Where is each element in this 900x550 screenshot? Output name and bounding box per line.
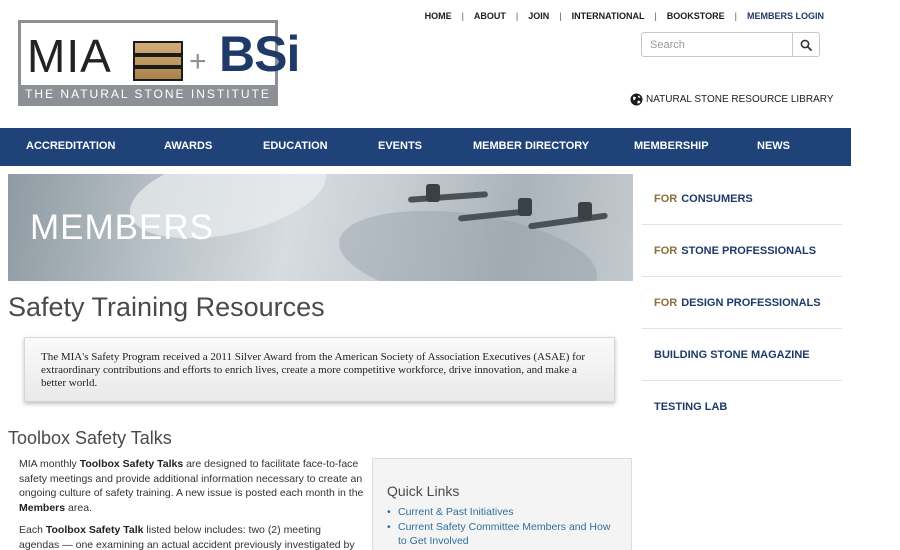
logo-bsi-text: BSi	[219, 26, 300, 82]
resource-library-link[interactable]: NATURAL STONE RESOURCE LIBRARY	[630, 93, 833, 106]
nav-accreditation[interactable]: ACCREDITATION	[26, 140, 115, 152]
topnav-separator: |	[734, 11, 737, 21]
search-icon	[800, 39, 812, 51]
main-nav: ACCREDITATION AWARDS EDUCATION EVENTS ME…	[0, 128, 851, 166]
sidebar-item-label: CONSUMERS	[681, 192, 753, 205]
stone-mark-icon	[133, 41, 183, 81]
text-run: MIA monthly	[19, 458, 80, 470]
sidebar-item-prefix: FOR	[654, 244, 678, 257]
resource-library-label: NATURAL STONE RESOURCE LIBRARY	[646, 94, 834, 105]
hero-stone-texture	[333, 196, 603, 281]
sidebar-item-label: BUILDING STONE MAGAZINE	[654, 348, 810, 361]
search-box	[641, 32, 820, 57]
topnav-separator: |	[515, 11, 519, 21]
nav-education[interactable]: EDUCATION	[263, 140, 328, 152]
section-title: Toolbox Safety Talks	[8, 428, 172, 448]
hero-title: MEMBERS	[30, 208, 214, 247]
nav-member-directory[interactable]: MEMBER DIRECTORY	[473, 140, 589, 152]
hero-tool-shape	[518, 198, 532, 216]
nav-events[interactable]: EVENTS	[378, 140, 422, 152]
hero-banner: MEMBERS	[8, 174, 633, 281]
text-run-bold: Toolbox Safety Talks	[79, 458, 184, 470]
sidebar-item-building-stone-magazine[interactable]: BUILDING STONE MAGAZINE	[642, 329, 842, 381]
nav-news[interactable]: NEWS	[757, 140, 790, 152]
sidebar-item-label: STONE PROFESSIONALS	[681, 244, 817, 257]
quick-link-initiatives[interactable]: Current & Past Initiatives	[387, 505, 617, 520]
topnav-bookstore[interactable]: BOOKSTORE	[667, 11, 725, 21]
topnav-separator: |	[461, 11, 464, 21]
sidebar-item-design-professionals[interactable]: FOR DESIGN PROFESSIONALS	[642, 277, 842, 329]
hero-tool-shape	[426, 184, 440, 202]
details-paragraph: Each Toolbox Safety Talk listed below in…	[19, 523, 364, 550]
logo-mia-text: MIA	[27, 30, 112, 82]
topnav-home[interactable]: HOME	[425, 11, 452, 21]
hero-tool-shape	[578, 202, 592, 220]
sidebar-item-consumers[interactable]: FOR CONSUMERS	[642, 173, 842, 225]
topnav-separator: |	[654, 11, 657, 21]
text-run: area.	[65, 501, 92, 514]
sidebar-item-stone-professionals[interactable]: FOR STONE PROFESSIONALS	[642, 225, 842, 277]
nav-awards[interactable]: AWARDS	[164, 140, 212, 152]
topnav-international[interactable]: INTERNATIONAL	[572, 11, 645, 21]
page-title: Safety Training Resources	[8, 292, 325, 322]
audience-sidebar: FOR CONSUMERS FOR STONE PROFESSIONALS FO…	[642, 173, 842, 433]
quick-link-safety-committee[interactable]: Current Safety Committee Members and How…	[387, 520, 617, 549]
quick-links-title: Quick Links	[387, 483, 460, 499]
globe-icon	[630, 93, 643, 106]
logo-plus: +	[189, 45, 207, 78]
nav-membership[interactable]: MEMBERSHIP	[634, 140, 709, 152]
site-logo[interactable]: MIA + BSi THE NATURAL STONE INSTITUTE	[18, 20, 300, 106]
hero-tool-shape	[527, 212, 609, 230]
intro-paragraph: MIA monthly Toolbox Safety Talks are des…	[19, 457, 364, 515]
utility-nav: HOME | ABOUT | JOIN | INTERNATIONAL | BO…	[425, 11, 824, 21]
logo-tagline: THE NATURAL STONE INSTITUTE	[21, 85, 275, 103]
text-run: Each	[19, 524, 46, 536]
hero-tool-shape	[407, 191, 489, 203]
sidebar-item-label: DESIGN PROFESSIONALS	[681, 296, 821, 309]
search-input[interactable]	[642, 33, 792, 56]
topnav-members-login[interactable]: MEMBERS LOGIN	[747, 11, 824, 21]
sidebar-item-label: TESTING LAB	[654, 401, 728, 413]
topnav-join[interactable]: JOIN	[528, 11, 549, 21]
topnav-about[interactable]: ABOUT	[474, 11, 506, 21]
search-button[interactable]	[792, 33, 819, 56]
quick-links-box: Quick Links Current & Past Initiatives C…	[372, 458, 632, 550]
sidebar-item-testing-lab[interactable]: TESTING LAB	[642, 381, 842, 433]
sidebar-item-prefix: FOR	[654, 192, 678, 205]
text-run-bold: Members	[19, 501, 66, 514]
logo-graphic: MIA + BSi	[21, 23, 300, 87]
topnav-separator: |	[559, 11, 562, 21]
text-run-bold: Toolbox Safety Talk	[45, 524, 144, 536]
award-callout: The MIA's Safety Program received a 2011…	[24, 337, 615, 402]
sidebar-item-prefix: FOR	[654, 296, 678, 309]
